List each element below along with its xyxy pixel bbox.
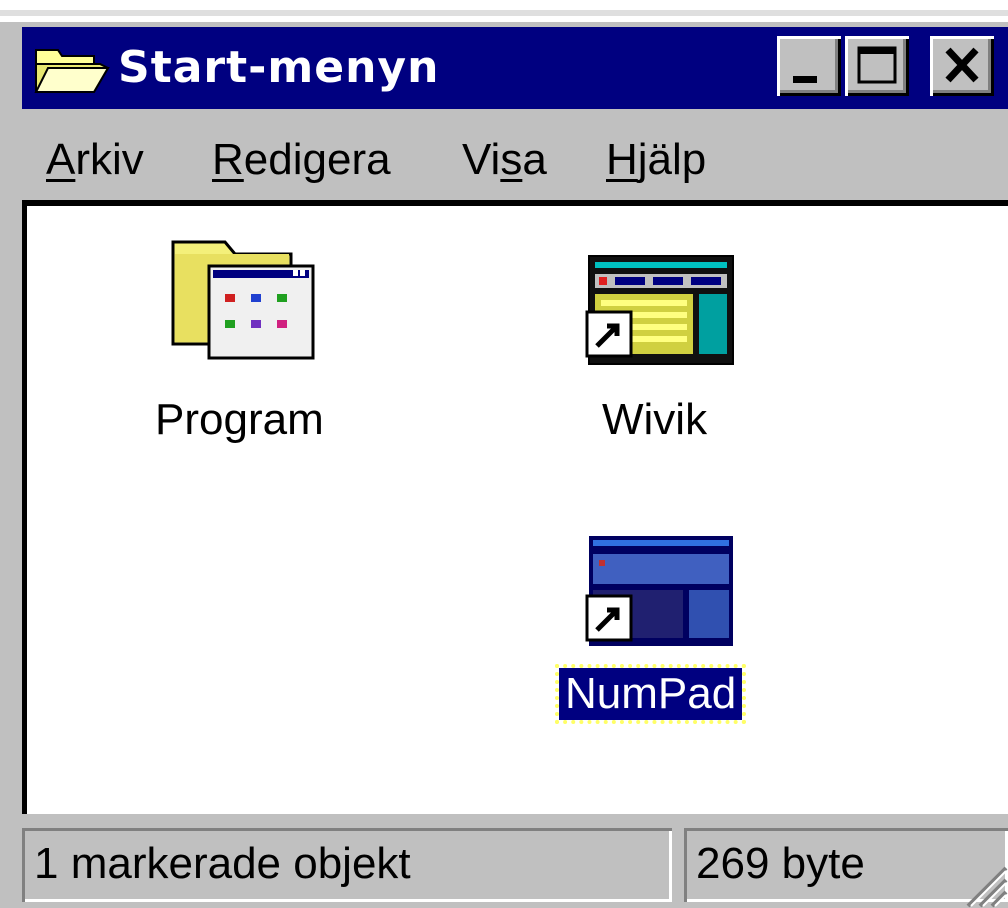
item-label-selected[interactable]: NumPad [554,664,747,724]
minimize-icon [793,76,817,83]
title-bar[interactable]: Start-menyn [22,27,1008,109]
window-title: Start-menyn [118,42,440,93]
maximize-button[interactable] [845,36,909,96]
status-size-text: 269 byte [696,839,865,888]
resize-grip-icon[interactable] [958,858,1008,908]
close-icon [945,47,979,83]
top-border-line [0,10,1008,16]
program-item[interactable] [165,224,317,369]
program-folder-icon [171,240,315,360]
menu-label: rkiv [75,135,144,184]
menu-access-key: A [46,135,76,184]
maximize-icon [857,46,897,84]
keyboard-shortcut-icon [585,255,734,365]
status-bar: 1 markerade objekt 269 byte [22,814,1008,908]
numpad-shortcut-icon [585,536,733,646]
menu-visa[interactable]: Visa [462,134,547,186]
status-selection-text: 1 markerade objekt [34,839,411,888]
close-button[interactable] [930,36,994,96]
menu-access-key: s [500,135,523,184]
menu-label: a [522,135,547,184]
menu-access-key: R [212,135,244,184]
wivik-item[interactable] [585,248,737,375]
folder-content[interactable]: Program Wivik NumPad [22,200,1008,814]
menu-label: edigera [243,135,391,184]
status-selection-pane: 1 markerade objekt [22,828,672,902]
menu-access-key: H [606,135,638,184]
item-label[interactable]: Program [155,394,324,446]
minimize-button[interactable] [777,36,841,96]
open-folder-icon[interactable] [34,44,112,96]
menu-label-prefix: Vi [462,135,501,184]
menu-arkiv[interactable]: Arkiv [46,134,144,186]
menu-hjalp[interactable]: Hjälp [606,134,706,186]
menu-bar: Arkiv Redigera Visa Hjälp [22,112,1008,198]
menu-label: jälp [637,135,707,184]
menu-redigera[interactable]: Redigera [212,134,391,186]
numpad-item[interactable] [585,532,737,659]
item-label[interactable]: Wivik [602,394,707,446]
